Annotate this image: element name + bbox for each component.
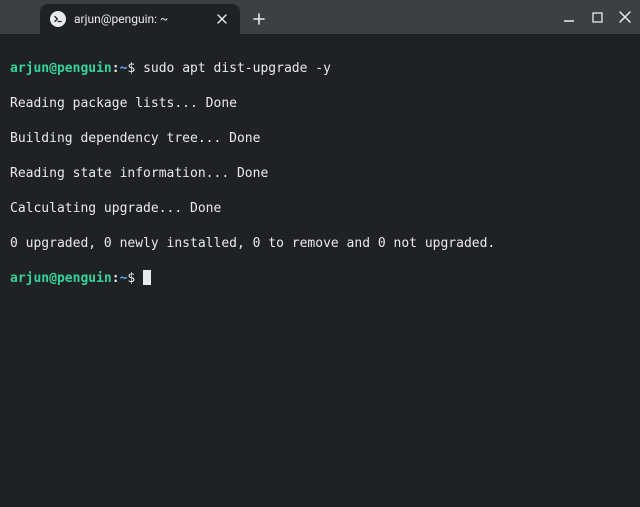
output-line: Building dependency tree... Done bbox=[10, 130, 630, 148]
tab-active[interactable]: arjun@penguin: ~ bbox=[40, 4, 240, 34]
terminal-window: arjun@penguin: ~ bbox=[0, 0, 640, 507]
output-line: 0 upgraded, 0 newly installed, 0 to remo… bbox=[10, 235, 630, 253]
close-button[interactable] bbox=[618, 10, 632, 24]
prompt-user: arjun@penguin bbox=[10, 271, 112, 286]
new-tab-button[interactable] bbox=[246, 6, 272, 32]
terminal-icon bbox=[50, 11, 66, 27]
output-line: Reading state information... Done bbox=[10, 165, 630, 183]
terminal-body[interactable]: arjun@penguin:~$ sudo apt dist-upgrade -… bbox=[0, 34, 640, 507]
prompt-symbol: $ bbox=[127, 61, 135, 76]
tab-close-button[interactable] bbox=[214, 11, 230, 27]
cursor bbox=[143, 270, 151, 285]
tab-title: arjun@penguin: ~ bbox=[74, 12, 206, 26]
maximize-button[interactable] bbox=[590, 10, 604, 24]
command-text: sudo apt dist-upgrade -y bbox=[143, 61, 331, 76]
minimize-button[interactable] bbox=[562, 10, 576, 24]
titlebar: arjun@penguin: ~ bbox=[0, 0, 640, 34]
prompt-user: arjun@penguin bbox=[10, 61, 112, 76]
window-controls bbox=[562, 0, 632, 34]
output-line: Calculating upgrade... Done bbox=[10, 200, 630, 218]
prompt-symbol: $ bbox=[127, 271, 135, 286]
output-line: Reading package lists... Done bbox=[10, 95, 630, 113]
